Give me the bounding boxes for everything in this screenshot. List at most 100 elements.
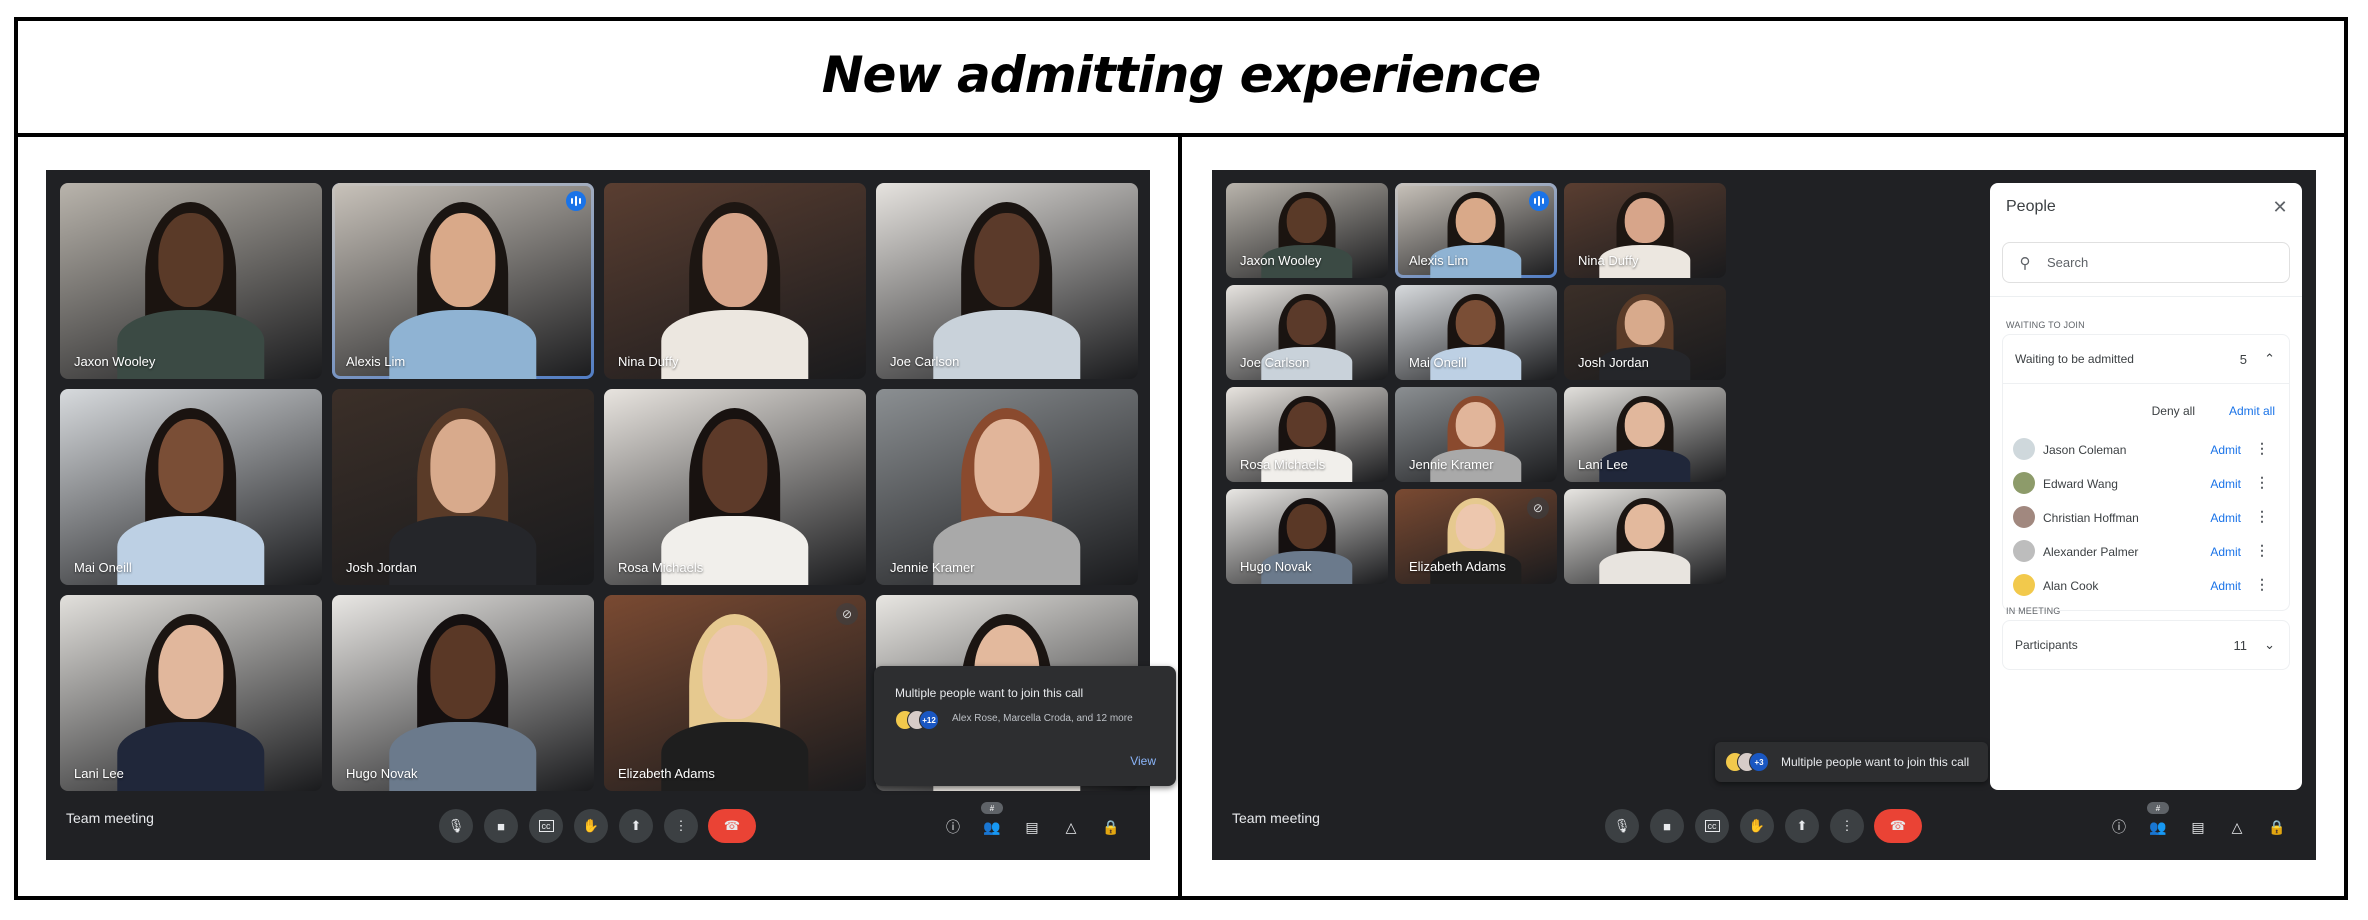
panel-divider	[1178, 133, 1182, 900]
participant-name: Joe Carlson	[1240, 355, 1310, 370]
join-request-notification: Multiple people want to join this call +…	[874, 666, 1176, 786]
host-controls-button[interactable]: 🔒	[2266, 816, 2288, 838]
activities-icon: △	[1065, 818, 1077, 835]
present-icon: ⬆	[1796, 818, 1808, 833]
video-tile[interactable]: Lani Lee	[60, 595, 322, 791]
chat-icon: ▤	[1025, 818, 1039, 835]
video-tile[interactable]	[1564, 489, 1726, 584]
mic-icon: 🎙	[447, 818, 465, 833]
more-vert-icon[interactable]: ⋮	[2255, 440, 2269, 457]
captions-icon: cc	[538, 820, 554, 832]
waiting-count: 5	[2239, 351, 2247, 367]
camera-button[interactable]: ■	[1650, 809, 1684, 843]
end-call-button[interactable]: ☎	[708, 809, 756, 843]
video-tile[interactable]: ⊘ Elizabeth Adams	[604, 595, 866, 791]
captions-button[interactable]: cc	[1695, 809, 1729, 843]
video-tile[interactable]: ⊘ Elizabeth Adams	[1395, 489, 1557, 584]
more-vert-icon[interactable]: ⋮	[2255, 576, 2269, 593]
video-tile[interactable]: Jennie Kramer	[876, 389, 1138, 585]
participant-name: Hugo Novak	[1240, 559, 1312, 574]
participant-video	[661, 199, 809, 379]
admit-all-button[interactable]: Admit all	[2229, 404, 2275, 418]
video-tile[interactable]: Rosa Michaels	[604, 389, 866, 585]
people-button[interactable]: 👥	[2147, 816, 2169, 838]
chat-button[interactable]: ▤	[1021, 816, 1043, 838]
video-tile[interactable]: Hugo Novak	[332, 595, 594, 791]
waiting-list-item: Alexander Palmer Admit ⋮	[2003, 534, 2289, 568]
more-options-button[interactable]: ⋮	[664, 809, 698, 843]
video-tile[interactable]: Nina Duffy	[1564, 183, 1726, 278]
video-tile[interactable]: Mai Oneill	[1395, 285, 1557, 380]
participants-header[interactable]: Participants 11 ⌄	[2003, 621, 2289, 669]
more-vert-icon[interactable]: ⋮	[2255, 474, 2269, 491]
meet-window-right: Jaxon Wooley Alexis Lim Nina Duffy Joe Carl…	[1212, 170, 2316, 860]
admit-button[interactable]: Admit	[2210, 443, 2241, 457]
info-button[interactable]: ⓘ	[2108, 816, 2130, 838]
participant-video	[389, 611, 537, 791]
end-call-button[interactable]: ☎	[1874, 809, 1922, 843]
view-button[interactable]: View	[1130, 754, 1156, 768]
present-button[interactable]: ⬆	[619, 809, 653, 843]
mic-button[interactable]: 🎙	[1605, 809, 1639, 843]
video-tile[interactable]: Nina Duffy	[604, 183, 866, 379]
close-icon: ✕	[2272, 196, 2288, 217]
speaking-indicator-icon	[1529, 191, 1549, 211]
participant-video	[117, 199, 265, 379]
host-controls-button[interactable]: 🔒	[1100, 816, 1122, 838]
participant-video	[389, 199, 537, 379]
participant-name: Elizabeth Adams	[1409, 559, 1506, 574]
mic-button[interactable]: 🎙	[439, 809, 473, 843]
camera-icon: ■	[1663, 818, 1671, 834]
participant-video	[389, 405, 537, 585]
more-vert-icon[interactable]: ⋮	[2255, 508, 2269, 525]
meeting-title: Team meeting	[66, 810, 154, 826]
activities-button[interactable]: △	[2226, 816, 2248, 838]
video-tile[interactable]: Joe Carlson	[1226, 285, 1388, 380]
chat-button[interactable]: ▤	[2187, 816, 2209, 838]
admit-button[interactable]: Admit	[2210, 511, 2241, 525]
video-tile[interactable]: Josh Jordan	[1564, 285, 1726, 380]
video-tile[interactable]: Mai Oneill	[60, 389, 322, 585]
waiting-header-label: Waiting to be admitted	[2015, 352, 2134, 366]
waiting-person-name: Jason Coleman	[2043, 443, 2127, 457]
search-icon: ⚲	[2019, 254, 2031, 272]
deny-all-button[interactable]: Deny all	[2152, 404, 2195, 418]
camera-button[interactable]: ■	[484, 809, 518, 843]
video-tile[interactable]: Alexis Lim	[1395, 183, 1557, 278]
raise-hand-button[interactable]: ✋	[1740, 809, 1774, 843]
video-tile[interactable]: Joe Carlson	[876, 183, 1138, 379]
participant-video	[117, 405, 265, 585]
video-tile[interactable]: Josh Jordan	[332, 389, 594, 585]
admit-button[interactable]: Admit	[2210, 545, 2241, 559]
waiting-header[interactable]: Waiting to be admitted 5 ⌃	[2003, 335, 2289, 383]
video-tile[interactable]: Hugo Novak	[1226, 489, 1388, 584]
more-vert-icon[interactable]: ⋮	[2255, 542, 2269, 559]
present-button[interactable]: ⬆	[1785, 809, 1819, 843]
participant-name: Jennie Kramer	[1409, 457, 1494, 472]
requester-avatars: +3	[1725, 752, 1775, 772]
participant-name: Nina Duffy	[1578, 253, 1639, 268]
video-tile[interactable]: Jennie Kramer	[1395, 387, 1557, 482]
join-request-chip[interactable]: +3 Multiple people want to join this cal…	[1715, 742, 1988, 782]
present-icon: ⬆	[630, 818, 642, 833]
info-icon: ⓘ	[946, 819, 960, 835]
avatar	[2013, 574, 2035, 596]
video-tile[interactable]: Jaxon Wooley	[60, 183, 322, 379]
activities-button[interactable]: △	[1060, 816, 1082, 838]
more-options-button[interactable]: ⋮	[1830, 809, 1864, 843]
admit-button[interactable]: Admit	[2210, 477, 2241, 491]
search-field[interactable]: ⚲	[2002, 242, 2290, 283]
search-input[interactable]	[2047, 255, 2267, 270]
info-button[interactable]: ⓘ	[942, 816, 964, 838]
video-tile[interactable]: Lani Lee	[1564, 387, 1726, 482]
participant-name: Joe Carlson	[890, 354, 960, 369]
video-tile[interactable]: Jaxon Wooley	[1226, 183, 1388, 278]
close-panel-button[interactable]: ✕	[2268, 195, 2292, 219]
raise-hand-button[interactable]: ✋	[574, 809, 608, 843]
people-button[interactable]: 👥	[981, 816, 1003, 838]
captions-button[interactable]: cc	[529, 809, 563, 843]
video-tile[interactable]: Alexis Lim	[332, 183, 594, 379]
admit-button[interactable]: Admit	[2210, 579, 2241, 593]
video-tile[interactable]: Rosa Michaels	[1226, 387, 1388, 482]
participants-count: 11	[2233, 637, 2248, 653]
